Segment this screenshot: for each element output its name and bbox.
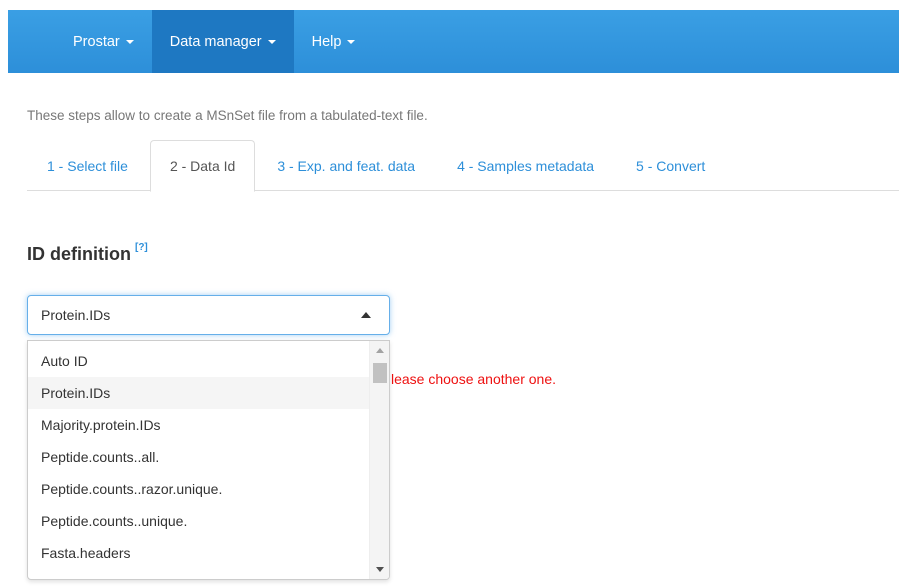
nav-prostar-label: Prostar <box>73 33 120 50</box>
navbar: Prostar Data manager Help <box>8 10 899 73</box>
intro-text: These steps allow to create a MSnSet fil… <box>27 108 428 123</box>
nav-help-menu[interactable]: Help <box>294 10 374 73</box>
caret-down-icon <box>125 39 134 44</box>
dropdown-option[interactable]: Majority.protein.IDs <box>28 409 370 441</box>
dropdown-option[interactable]: Peptide.counts..unique. <box>28 505 370 537</box>
nav-data-manager-menu[interactable]: Data manager <box>151 10 294 73</box>
step-tabs: 1 - Select file 2 - Data Id 3 - Exp. and… <box>27 140 899 192</box>
caret-down-icon <box>347 39 356 44</box>
dropdown-list: Auto ID Protein.IDs Majority.protein.IDs… <box>28 345 370 579</box>
scroll-up-icon[interactable] <box>376 348 384 353</box>
dropdown-option-selected[interactable]: Protein.IDs <box>28 377 370 409</box>
dropdown-option[interactable]: Peptide.counts..all. <box>28 441 370 473</box>
tab-select-file[interactable]: 1 - Select file <box>27 140 148 191</box>
help-link[interactable]: [?] <box>135 242 148 253</box>
scroll-down-icon[interactable] <box>376 567 384 572</box>
nav-prostar-menu[interactable]: Prostar <box>55 10 152 73</box>
nav-help-label: Help <box>311 33 342 50</box>
error-message: lease choose another one. <box>391 371 557 387</box>
section-title-text: ID definition <box>27 244 131 264</box>
tab-samples-metadata[interactable]: 4 - Samples metadata <box>437 140 614 191</box>
section-title: ID definition [?] <box>27 242 148 265</box>
tab-exp-feat-data[interactable]: 3 - Exp. and feat. data <box>257 140 435 191</box>
dropdown-option[interactable]: Number.of.proteins <box>28 569 370 579</box>
nav-data-manager-label: Data manager <box>169 33 262 50</box>
dropdown-option[interactable]: Peptide.counts..razor.unique. <box>28 473 370 505</box>
caret-down-icon <box>267 39 276 44</box>
caret-up-icon <box>361 312 371 318</box>
id-select-dropdown: Auto ID Protein.IDs Majority.protein.IDs… <box>27 340 390 580</box>
id-select[interactable]: Protein.IDs <box>27 295 390 335</box>
tab-data-id[interactable]: 2 - Data Id <box>149 140 256 192</box>
scroll-thumb[interactable] <box>373 363 387 383</box>
dropdown-scrollbar[interactable] <box>369 341 389 579</box>
id-select-value: Protein.IDs <box>41 307 111 323</box>
dropdown-option[interactable]: Auto ID <box>28 345 370 377</box>
dropdown-option[interactable]: Fasta.headers <box>28 537 370 569</box>
tab-convert[interactable]: 5 - Convert <box>616 140 725 191</box>
